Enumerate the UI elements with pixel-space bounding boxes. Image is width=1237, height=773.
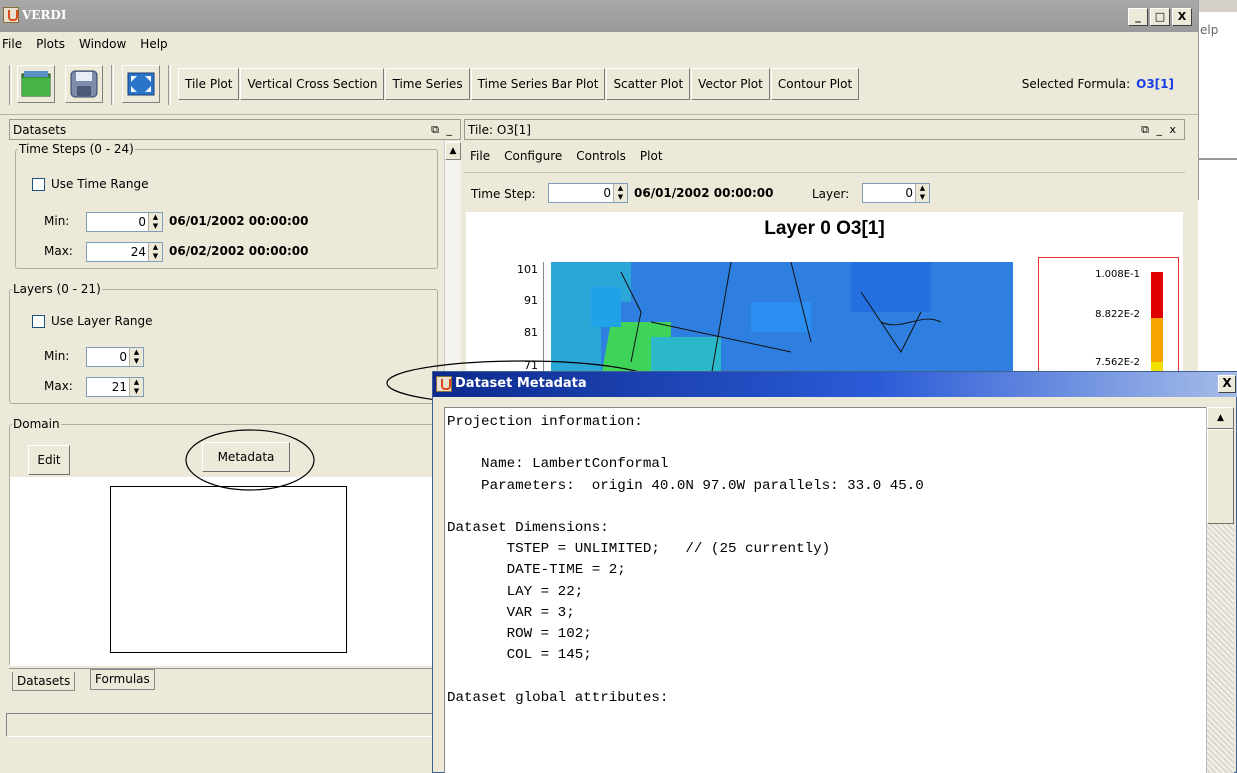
java-app-icon [436,376,452,392]
metadata-scrollbar[interactable]: ▲ [1206,407,1234,773]
dialog-title-bar[interactable]: Dataset Metadata X [433,372,1237,397]
scroll-thumb[interactable] [1207,429,1234,524]
metadata-text: Projection information: Name: LambertCon… [447,414,924,706]
dataset-metadata-dialog: Dataset Metadata X Projection informatio… [432,371,1237,773]
dialog-title: Dataset Metadata [455,376,587,391]
scroll-up-icon[interactable]: ▲ [1207,407,1234,429]
metadata-text-area[interactable]: Projection information: Name: LambertCon… [444,407,1207,773]
dialog-close-button[interactable]: X [1218,375,1236,393]
